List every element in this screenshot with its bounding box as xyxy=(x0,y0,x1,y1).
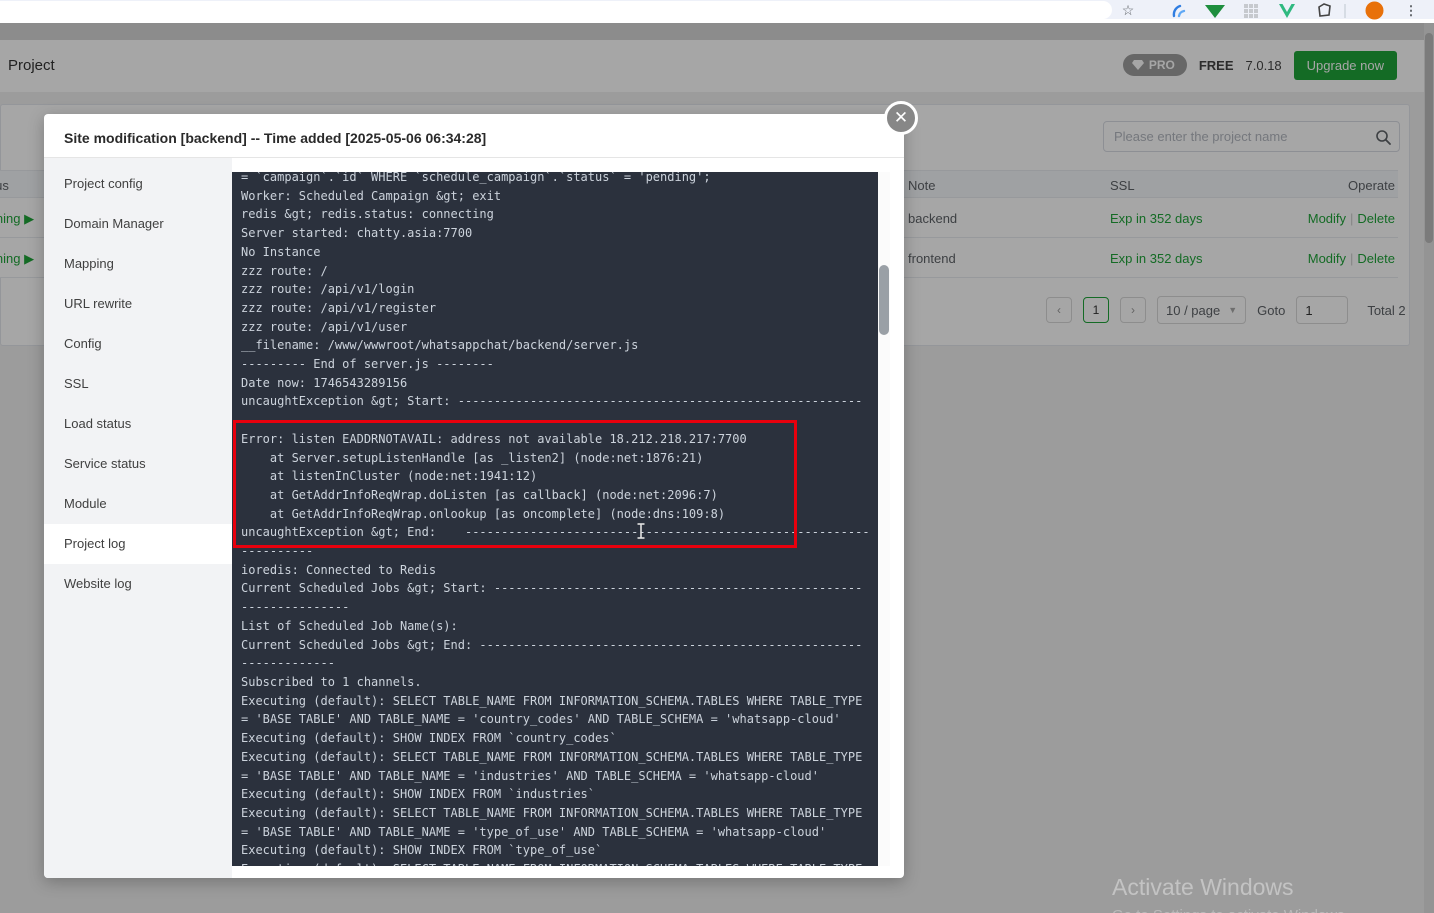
log-line: Executing (default): SELECT TABLE_NAME F… xyxy=(241,693,863,708)
log-line: ---------- xyxy=(241,544,314,559)
log-line: Date now: 1746543289156 xyxy=(241,375,408,390)
log-line: No Instance xyxy=(241,244,321,259)
sidebar-item-domain-manager[interactable]: Domain Manager xyxy=(44,204,232,244)
modal-sidebar: Project config Domain Manager Mapping UR… xyxy=(44,158,232,878)
log-line: redis &gt; redis.status: connecting xyxy=(241,207,494,222)
extension-vue-icon[interactable] xyxy=(1276,0,1298,21)
log-stack-line: at GetAddrInfoReqWrap.onlookup [as oncom… xyxy=(241,506,726,521)
log-line: ------------- xyxy=(241,656,335,671)
log-line: Server started: chatty.asia:7700 xyxy=(241,226,473,241)
close-icon[interactable]: ✕ xyxy=(884,101,918,135)
log-stack-line: at GetAddrInfoReqWrap.doListen [as callb… xyxy=(241,487,718,502)
log-line: Executing (default): SELECT TABLE_NAME F… xyxy=(241,749,863,764)
browser-menu-icon[interactable]: ⋮ xyxy=(1402,0,1420,21)
address-bar[interactable] xyxy=(0,1,1112,19)
log-line: __filename: /www/wwwroot/whatsappchat/ba… xyxy=(241,338,639,353)
log-stack-line: at listenInCluster (node:net:1941:12) xyxy=(241,469,538,484)
log-scrollbar-thumb[interactable] xyxy=(879,265,889,335)
log-stack-line: at Server.setupListenHandle [as _listen2… xyxy=(241,450,704,465)
log-line: Current Scheduled Jobs &gt; End: -------… xyxy=(241,637,863,652)
modal-title: Site modification [backend] -- Time adde… xyxy=(44,114,904,158)
sidebar-item-website-log[interactable]: Website log xyxy=(44,564,232,604)
log-line: = 'BASE TABLE' AND TABLE_NAME = 'country… xyxy=(241,712,841,727)
extension-grid-icon[interactable] xyxy=(1240,0,1262,21)
log-line: = 'BASE TABLE' AND TABLE_NAME = 'industr… xyxy=(241,768,819,783)
log-line: uncaughtException &gt; End: ------------… xyxy=(241,525,870,540)
log-line: Current Scheduled Jobs &gt; Start: -----… xyxy=(241,581,863,596)
log-line: ---------- xyxy=(241,413,314,428)
sidebar-item-module[interactable]: Module xyxy=(44,484,232,524)
extension-outline-icon[interactable] xyxy=(1313,0,1335,21)
log-line: Executing (default): SHOW INDEX FROM `in… xyxy=(241,787,596,802)
screen: ☆ ⋮ Project PRO FREE 7.0.18 Upgrade now … xyxy=(0,0,1434,913)
sidebar-item-mapping[interactable]: Mapping xyxy=(44,244,232,284)
sidebar-item-config[interactable]: Config xyxy=(44,324,232,364)
log-line: Executing (default): SELECT TABLE_NAME F… xyxy=(241,860,890,866)
browser-toolbar: ☆ ⋮ xyxy=(0,0,1434,21)
toolbar-divider xyxy=(1344,0,1346,21)
log-line: zzz route: /api/v1/register xyxy=(241,300,437,315)
log-error-line: Error: listen EADDRNOTAVAIL: address not… xyxy=(241,431,747,446)
log-line: Subscribed to 1 channels. xyxy=(241,674,422,689)
extension-adblock-icon[interactable] xyxy=(1202,0,1228,21)
log-line: Executing (default): SELECT TABLE_NAME F… xyxy=(241,805,863,820)
log-line: zzz route: / xyxy=(241,263,328,278)
log-content: = `campaign`.`id` WHERE `schedule_campai… xyxy=(232,172,890,866)
sidebar-item-project-config[interactable]: Project config xyxy=(44,164,232,204)
log-line: = `campaign`.`id` WHERE `schedule_campai… xyxy=(241,172,711,184)
log-line: = 'BASE TABLE' AND TABLE_NAME = 'type_of… xyxy=(241,824,827,839)
site-modification-modal: ✕ Site modification [backend] -- Time ad… xyxy=(44,101,918,878)
sidebar-item-project-log[interactable]: Project log xyxy=(44,524,232,564)
sidebar-item-load-status[interactable]: Load status xyxy=(44,404,232,444)
log-line: List of Scheduled Job Name(s): xyxy=(241,618,458,633)
bookmark-star-icon[interactable]: ☆ xyxy=(1118,0,1138,21)
project-log-viewer[interactable]: = `campaign`.`id` WHERE `schedule_campai… xyxy=(232,172,890,866)
profile-avatar[interactable] xyxy=(1362,0,1386,21)
log-line: uncaughtException &gt; Start: ----------… xyxy=(241,394,863,409)
log-line: Executing (default): SHOW INDEX FROM `co… xyxy=(241,731,617,746)
sidebar-item-service-status[interactable]: Service status xyxy=(44,444,232,484)
log-line: --------- End of server.js -------- xyxy=(241,357,494,372)
log-line: zzz route: /api/v1/login xyxy=(241,282,415,297)
sidebar-item-ssl[interactable]: SSL xyxy=(44,364,232,404)
extension-stream-icon[interactable] xyxy=(1168,0,1190,21)
log-line: ioredis: Connected to Redis xyxy=(241,562,437,577)
log-line: zzz route: /api/v1/user xyxy=(241,319,408,334)
log-line: Worker: Scheduled Campaign &gt; exit xyxy=(241,188,502,203)
log-line: Executing (default): SHOW INDEX FROM `ty… xyxy=(241,843,603,858)
sidebar-item-url-rewrite[interactable]: URL rewrite xyxy=(44,284,232,324)
log-scrollbar[interactable] xyxy=(878,172,890,866)
log-line: --------------- xyxy=(241,600,350,615)
